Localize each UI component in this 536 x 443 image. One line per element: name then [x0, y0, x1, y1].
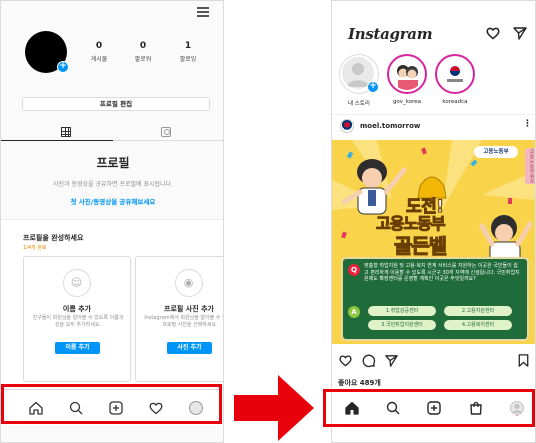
answer-option-4: 4.고용복지센터	[444, 320, 512, 330]
complete-profile-section: 프로필을 완성하세요 1/4개 완료 ☺ 이름 추가 친구들이 회원님을 알아볼…	[1, 219, 223, 384]
empty-profile-title: 프로필	[96, 156, 130, 170]
add-name-desc: 친구들이 회원님을 알아볼 수 있도록 이름과 성을 모두 추가하세요.	[32, 315, 124, 328]
story-label: gov_korea	[392, 99, 422, 105]
story-avatar: +	[339, 54, 379, 94]
post-image[interactable]: 고용노동부 고용노동부 퀴즈 도전! 고용노동부 골든벨 Q 맞춤형 취업지원 …	[332, 140, 535, 344]
right-phone-screen: Instagram + 내 스토리 gov_korea koreadca moe…	[331, 0, 536, 443]
add-story-icon: +	[367, 81, 379, 93]
share-first-photo-link[interactable]: 첫 사진/동영상을 공유해보세요	[1, 196, 223, 206]
share-icon[interactable]	[384, 353, 399, 368]
likes-count[interactable]: 좋아요 489개	[338, 378, 381, 388]
left-phone-screen: + 0 게시물 0 팔로워 1 팔로잉 프로필 편집 프로필 사진과 동영상을 …	[0, 0, 224, 443]
highlight-box-new-nav	[323, 389, 535, 427]
add-photo-card: ◉ 프로필 사진 추가 Instagram에서 회원님을 알아볼 수 있도록 프…	[135, 256, 223, 382]
answer-option-2: 2.고용지원센터	[444, 306, 512, 316]
highlight-box-old-nav	[1, 384, 222, 424]
poster-headline-3: 골든벨	[393, 234, 447, 259]
story-label: 내 스토리	[348, 101, 370, 107]
quiz-question: 맞춤형 취업지원 및 고용·복지 연계 서비스를 지원하는 이곳은 국민들이 쉽…	[364, 263, 520, 282]
tagged-icon	[161, 127, 171, 137]
edit-profile-button[interactable]: 프로필 편집	[22, 97, 210, 111]
add-photo-title: 프로필 사진 추가	[164, 305, 214, 313]
stat-following-count: 1	[184, 41, 192, 51]
tab-tagged[interactable]	[113, 125, 223, 141]
answer-option-3: 3.국민취업지원센터	[368, 320, 436, 330]
koreadca-logo-icon	[447, 66, 463, 82]
stat-followers[interactable]: 0 팔로워	[123, 41, 163, 63]
instagram-logo[interactable]: Instagram	[348, 25, 433, 43]
like-heart-icon[interactable]	[338, 353, 353, 368]
story-koreadca[interactable]: koreadca	[433, 54, 477, 105]
post-header: moel.tomorrow ⋮	[332, 114, 535, 136]
story-avatar	[435, 54, 475, 94]
camera-icon: ◉	[175, 269, 203, 297]
heart-icon[interactable]	[485, 25, 501, 41]
answer-option-1: 1.취업성공센터	[368, 306, 436, 316]
add-name-card: ☺ 이름 추가 친구들이 회원님을 알아볼 수 있도록 이름과 성을 모두 추가…	[23, 256, 131, 382]
tab-grid[interactable]	[1, 125, 113, 141]
stat-followers-label: 팔로워	[134, 56, 152, 63]
story-gov-korea[interactable]: gov_korea	[385, 54, 429, 105]
stat-posts[interactable]: 0 게시물	[79, 41, 119, 63]
answer-mark-badge: A	[348, 306, 360, 318]
add-name-title: 이름 추가	[62, 305, 92, 313]
add-photo-desc: Instagram에서 회원님을 알아볼 수 있도록 프로필 사진을 선택하세요…	[144, 315, 223, 328]
post-author-name[interactable]: moel.tomorrow	[360, 122, 420, 130]
empty-profile-desc: 사진과 동영상을 공유하면 프로필에 표시됩니다.	[53, 181, 173, 188]
post-action-bar	[332, 351, 535, 369]
quiz-side-tab: 고용노동부 퀴즈	[529, 150, 535, 185]
add-photo-button[interactable]: 사진 추가	[167, 342, 212, 354]
stat-posts-label: 게시물	[90, 56, 108, 63]
bookmark-icon[interactable]	[516, 353, 531, 368]
add-photo-icon[interactable]: +	[57, 61, 69, 73]
complete-profile-progress: 1/4개 완료	[23, 245, 47, 251]
right-arrow-icon	[234, 375, 314, 441]
story-mine[interactable]: + 내 스토리	[337, 54, 381, 107]
grid-icon	[61, 127, 71, 137]
story-label: koreadca	[442, 99, 468, 105]
story-avatar	[387, 54, 427, 94]
stat-following-label: 팔로잉	[179, 56, 197, 63]
stat-following[interactable]: 1 팔로잉	[168, 41, 208, 63]
id-icon: ☺	[63, 269, 91, 297]
gov-korea-illustration	[397, 65, 418, 90]
profile-tabs	[1, 125, 223, 141]
more-options-icon[interactable]: ⋮	[523, 119, 532, 129]
post-author-avatar[interactable]	[340, 119, 354, 133]
question-mark-badge: Q	[348, 264, 360, 276]
complete-profile-title: 프로필을 완성하세요	[23, 234, 84, 242]
comment-icon[interactable]	[361, 353, 376, 368]
stat-followers-count: 0	[139, 41, 147, 51]
add-name-button[interactable]: 이름 추가	[55, 342, 100, 354]
ministry-badge: 고용노동부	[474, 146, 518, 158]
stat-posts-count: 0	[95, 41, 103, 51]
direct-message-icon[interactable]	[512, 25, 528, 41]
menu-icon[interactable]	[197, 7, 209, 17]
